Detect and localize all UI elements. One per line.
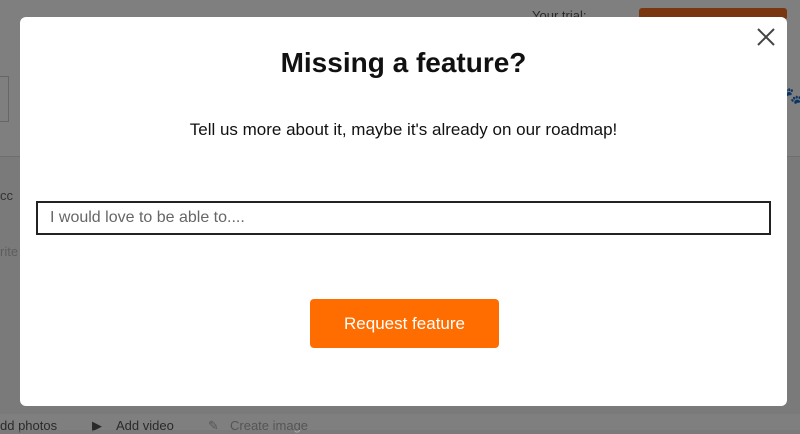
modal-subtitle: Tell us more about it, maybe it's alread…: [189, 120, 618, 139]
request-feature-button[interactable]: Request feature: [310, 299, 499, 348]
feature-description-input[interactable]: [36, 201, 771, 235]
feature-request-modal: Missing a feature? Tell us more about it…: [20, 17, 787, 406]
modal-title: Missing a feature?: [280, 47, 527, 78]
